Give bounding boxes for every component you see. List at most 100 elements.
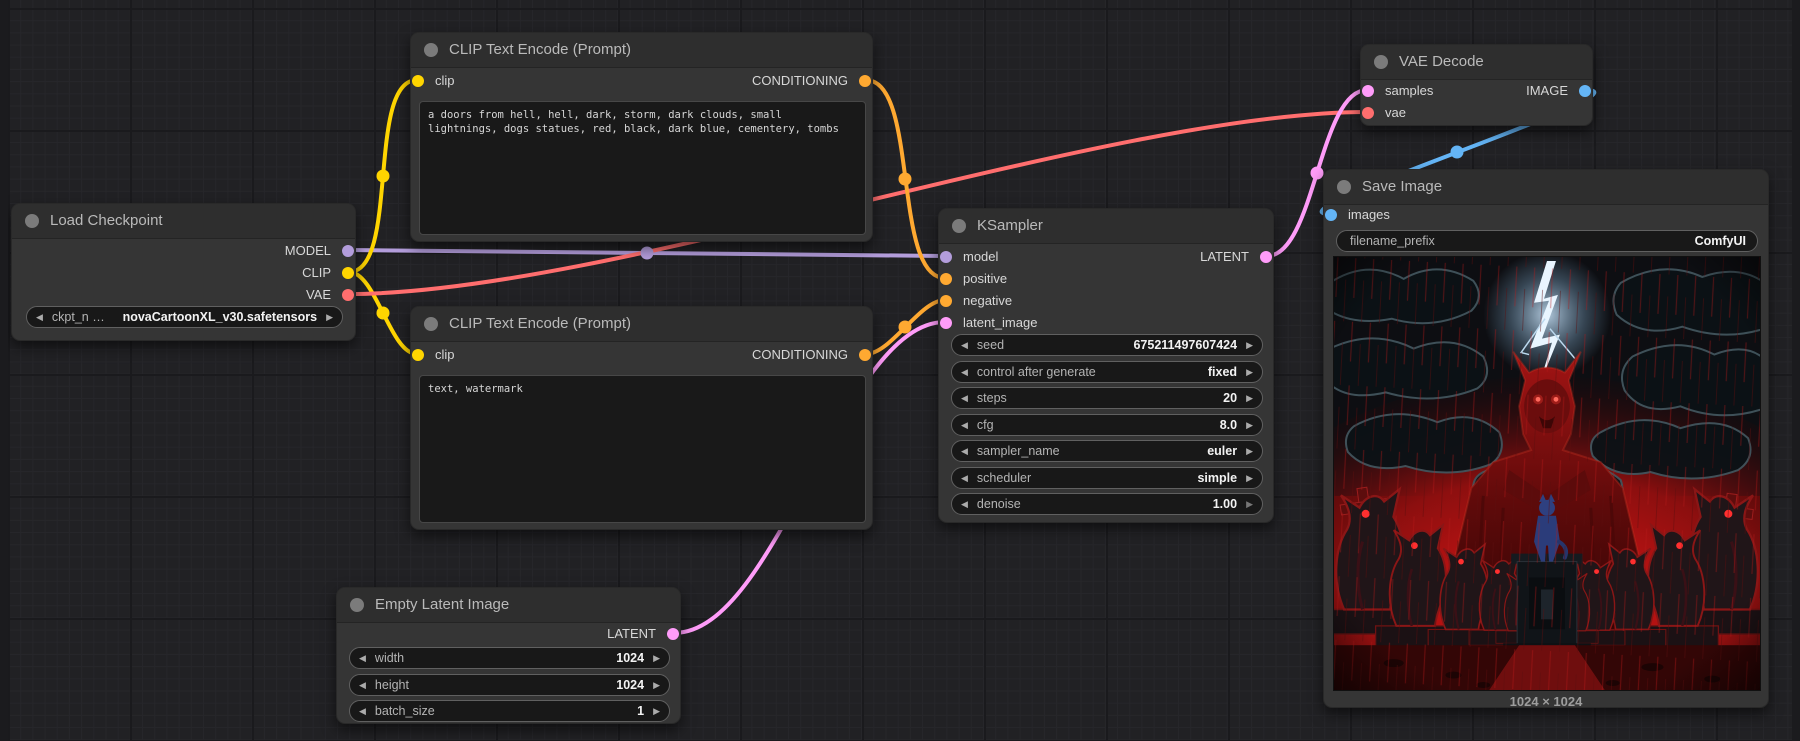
next-value-arrow-icon[interactable]: ▶ <box>653 647 660 669</box>
collapse-dot-icon[interactable] <box>424 317 438 331</box>
scheduler-widget[interactable]: ◀ scheduler simple ▶ <box>951 467 1263 489</box>
clip-port-dot[interactable] <box>342 267 354 279</box>
node-title: Empty Latent Image <box>375 596 510 613</box>
output-port-model[interactable]: MODEL <box>12 240 355 262</box>
node-titlebar[interactable]: VAE Decode <box>1361 45 1592 80</box>
latent-port-dot[interactable] <box>1260 251 1272 263</box>
prev-value-arrow-icon[interactable]: ◀ <box>359 700 366 722</box>
node-title: VAE Decode <box>1399 53 1484 70</box>
prev-value-arrow-icon[interactable]: ◀ <box>961 467 968 489</box>
seed-widget[interactable]: ◀ seed 675211497607424 ▶ <box>951 334 1263 356</box>
prev-value-arrow-icon[interactable]: ◀ <box>359 647 366 669</box>
next-value-arrow-icon[interactable]: ▶ <box>1246 387 1253 409</box>
collapse-dot-icon[interactable] <box>1337 180 1351 194</box>
node-clip-text-encode-negative[interactable]: CLIP Text Encode (Prompt) clip CONDITION… <box>410 306 873 530</box>
collapse-dot-icon[interactable] <box>1374 55 1388 69</box>
canvas-right-edge <box>1792 0 1800 741</box>
output-port-vae[interactable]: VAE <box>12 284 355 306</box>
node-graph-canvas[interactable]: Load Checkpoint MODEL CLIP VAE ◀ ckpt_n … <box>0 0 1800 741</box>
wire-midpoint-dot <box>898 320 912 334</box>
node-title: CLIP Text Encode (Prompt) <box>449 315 632 332</box>
height-widget[interactable]: ◀ height 1024 ▶ <box>349 674 670 696</box>
latent-port-dot[interactable] <box>667 628 679 640</box>
output-port-clip[interactable]: CLIP <box>12 262 355 284</box>
input-port-negative[interactable]: negative <box>939 290 1273 312</box>
output-port-image[interactable]: IMAGE <box>1361 80 1592 102</box>
model-port-dot[interactable] <box>342 245 354 257</box>
node-vae-decode[interactable]: VAE Decode samples vae IMAGE <box>1360 44 1593 126</box>
cfg-widget[interactable]: ◀ cfg 8.0 ▶ <box>951 414 1263 436</box>
node-save-image[interactable]: Save Image images filename_prefix ComfyU… <box>1323 169 1769 709</box>
output-port-conditioning[interactable]: CONDITIONING <box>411 70 872 92</box>
prev-value-arrow-icon[interactable]: ◀ <box>961 493 968 515</box>
latent-port-dot[interactable] <box>940 317 952 329</box>
node-titlebar[interactable]: CLIP Text Encode (Prompt) <box>411 33 872 68</box>
wire-midpoint-dot <box>1310 166 1324 180</box>
generated-image-art <box>1334 257 1760 690</box>
next-value-arrow-icon[interactable]: ▶ <box>653 674 660 696</box>
prev-value-arrow-icon[interactable]: ◀ <box>961 334 968 356</box>
wire-midpoint-dot <box>898 172 912 186</box>
collapse-dot-icon[interactable] <box>25 214 39 228</box>
wire-midpoint-dot <box>376 169 390 183</box>
node-titlebar[interactable]: Load Checkpoint <box>12 204 355 239</box>
node-load-checkpoint[interactable]: Load Checkpoint MODEL CLIP VAE ◀ ckpt_n … <box>11 203 356 341</box>
wire-midpoint-dot <box>376 306 390 320</box>
vae-port-dot[interactable] <box>1362 107 1374 119</box>
next-value-arrow-icon[interactable]: ▶ <box>1246 414 1253 436</box>
prev-value-arrow-icon[interactable]: ◀ <box>359 674 366 696</box>
node-titlebar[interactable]: CLIP Text Encode (Prompt) <box>411 307 872 342</box>
output-port-latent[interactable]: LATENT <box>939 246 1273 268</box>
input-port-latent-image[interactable]: latent_image <box>939 312 1273 334</box>
input-port-vae[interactable]: vae <box>1361 102 1592 124</box>
conditioning-port-dot[interactable] <box>859 75 871 87</box>
wire-midpoint-dot <box>640 246 654 260</box>
node-titlebar[interactable]: Save Image <box>1324 170 1768 205</box>
input-port-images[interactable]: images <box>1324 204 1768 226</box>
conditioning-port-dot[interactable] <box>940 295 952 307</box>
node-title: CLIP Text Encode (Prompt) <box>449 41 632 58</box>
control-after-generate-widget[interactable]: ◀ control after generate fixed ▶ <box>951 361 1263 383</box>
input-port-positive[interactable]: positive <box>939 268 1273 290</box>
next-value-arrow-icon[interactable]: ▶ <box>1246 334 1253 356</box>
width-widget[interactable]: ◀ width 1024 ▶ <box>349 647 670 669</box>
collapse-dot-icon[interactable] <box>952 219 966 233</box>
node-clip-text-encode-positive[interactable]: CLIP Text Encode (Prompt) clip CONDITION… <box>410 32 873 242</box>
ckpt-name-combo-widget[interactable]: ◀ ckpt_n … novaCartoonXL_v30.safetensors… <box>26 306 343 328</box>
generated-image-preview <box>1333 256 1761 691</box>
prev-value-arrow-icon[interactable]: ◀ <box>961 414 968 436</box>
next-value-arrow-icon[interactable]: ▶ <box>326 306 333 328</box>
node-titlebar[interactable]: Empty Latent Image <box>337 588 680 623</box>
negative-prompt-textarea[interactable]: text, watermark <box>419 375 866 523</box>
collapse-dot-icon[interactable] <box>350 598 364 612</box>
image-resolution-caption: 1024 × 1024 <box>1509 694 1583 709</box>
next-value-arrow-icon[interactable]: ▶ <box>1246 361 1253 383</box>
vae-port-dot[interactable] <box>342 289 354 301</box>
next-value-arrow-icon[interactable]: ▶ <box>653 700 660 722</box>
prev-value-arrow-icon[interactable]: ◀ <box>961 440 968 462</box>
prev-value-arrow-icon[interactable]: ◀ <box>961 387 968 409</box>
node-titlebar[interactable]: KSampler <box>939 209 1273 244</box>
output-port-latent[interactable]: LATENT <box>337 623 680 645</box>
next-value-arrow-icon[interactable]: ▶ <box>1246 493 1253 515</box>
image-port-dot[interactable] <box>1325 209 1337 221</box>
prev-value-arrow-icon[interactable]: ◀ <box>36 306 43 328</box>
node-title: Save Image <box>1362 178 1443 195</box>
denoise-widget[interactable]: ◀ denoise 1.00 ▶ <box>951 493 1263 515</box>
next-value-arrow-icon[interactable]: ▶ <box>1246 467 1253 489</box>
node-ksampler[interactable]: KSampler model positive negative latent_… <box>938 208 1274 523</box>
positive-prompt-textarea[interactable]: a doors from hell, hell, dark, storm, da… <box>419 101 866 235</box>
conditioning-port-dot[interactable] <box>940 273 952 285</box>
node-empty-latent-image[interactable]: Empty Latent Image LATENT ◀ width 1024 ▶… <box>336 587 681 724</box>
batch-size-widget[interactable]: ◀ batch_size 1 ▶ <box>349 700 670 722</box>
sampler-name-widget[interactable]: ◀ sampler_name euler ▶ <box>951 440 1263 462</box>
filename-prefix-widget[interactable]: filename_prefix ComfyUI <box>1336 230 1758 252</box>
next-value-arrow-icon[interactable]: ▶ <box>1246 440 1253 462</box>
conditioning-port-dot[interactable] <box>859 349 871 361</box>
collapse-dot-icon[interactable] <box>424 43 438 57</box>
output-port-conditioning[interactable]: CONDITIONING <box>411 344 872 366</box>
node-title: Load Checkpoint <box>50 212 163 229</box>
prev-value-arrow-icon[interactable]: ◀ <box>961 361 968 383</box>
image-port-dot[interactable] <box>1579 85 1591 97</box>
steps-widget[interactable]: ◀ steps 20 ▶ <box>951 387 1263 409</box>
